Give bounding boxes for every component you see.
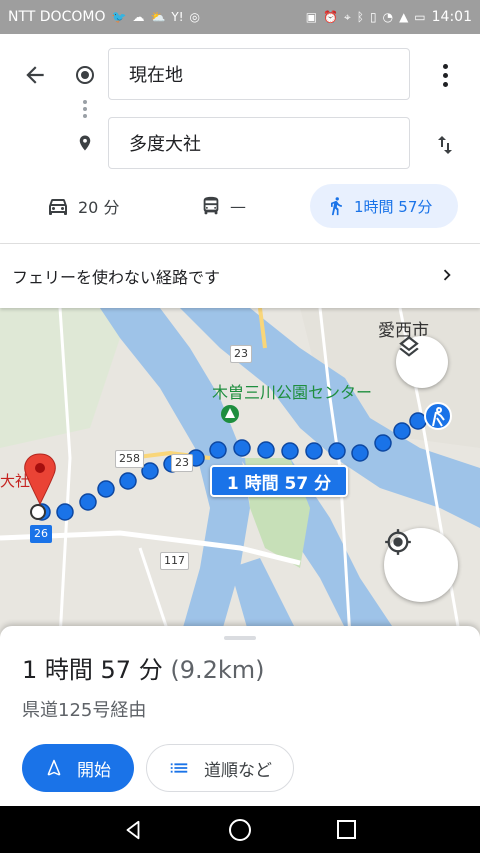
route-duration-label[interactable]: 1 時間 57 分	[210, 465, 348, 497]
route-shield: 23	[230, 345, 252, 363]
route-shield: 26	[30, 525, 52, 543]
summary-distance: (9.2km)	[170, 656, 265, 684]
bluetooth-icon: ᛒ	[356, 10, 364, 24]
tab-walk[interactable]: 1時間 57分	[310, 184, 458, 228]
route-shield: 23	[171, 454, 193, 472]
cloud-icon: ☁	[132, 10, 145, 24]
destination-field[interactable]: 多度大社	[108, 117, 410, 169]
arrow-left-icon	[26, 66, 44, 84]
screenshot-icon: ▣	[305, 10, 318, 24]
start-button-label: 開始	[77, 760, 111, 781]
vibrate-icon: ▯	[369, 10, 377, 24]
status-bar: NTT DOCOMO 🐦 ☁ ⛅ Y! ◎ ▣ ⏰ ⌖ ᛒ ▯ ◔ ▲ ▭ 14…	[0, 0, 480, 34]
start-button[interactable]: 開始	[22, 744, 134, 792]
summary-duration: 1 時間 57 分	[22, 656, 163, 684]
destination-pin-icon	[76, 132, 94, 154]
route-summary-sheet[interactable]: 1 時間 57 分 (9.2km) 県道125号経由 開始 道順など	[0, 626, 480, 807]
nav-recents-icon[interactable]	[337, 820, 356, 839]
my-location-button[interactable]	[384, 528, 458, 602]
twitter-icon: 🐦	[111, 10, 127, 24]
bus-icon	[203, 196, 219, 215]
steps-button[interactable]: 道順など	[146, 744, 294, 792]
walk-time: 1時間 57分	[354, 197, 433, 216]
map-park-label[interactable]: 木曽三川公園センター	[212, 379, 372, 403]
map-view[interactable]: 愛西市 木曽三川公園センター 大社 23 258 23 26 117 1 時間 …	[0, 308, 480, 638]
origin-icon	[76, 66, 94, 84]
nav-back-icon[interactable]	[122, 819, 144, 841]
route-notice[interactable]: フェリーを使わない経路です	[0, 244, 480, 308]
more-options-button[interactable]	[432, 60, 458, 90]
route-summary: 1 時間 57 分 (9.2km)	[22, 650, 265, 685]
carrier-name: NTT DOCOMO	[8, 9, 106, 25]
route-shield: 258	[115, 450, 144, 468]
my-location-icon	[385, 529, 411, 555]
tab-transit[interactable]: —	[200, 184, 246, 228]
chevron-right-icon	[443, 269, 451, 281]
route-dots-icon	[83, 100, 87, 118]
alarm-icon: ⏰	[323, 10, 338, 24]
navigation-arrow-icon	[47, 759, 61, 776]
map-destination-label: 大社	[0, 472, 31, 490]
drag-handle[interactable]	[224, 636, 256, 640]
nav-home-icon[interactable]	[229, 819, 251, 841]
transit-time: —	[230, 196, 246, 216]
start-location-marker[interactable]	[424, 402, 452, 430]
steps-button-label: 道順など	[204, 760, 272, 781]
location-icon: ⌖	[344, 9, 351, 24]
yahoo-icon: Y!	[171, 10, 184, 24]
list-icon	[170, 763, 188, 773]
layers-icon	[399, 336, 419, 357]
wifi-icon: ◔	[382, 10, 394, 24]
signal-icon: ▲	[399, 10, 409, 24]
directions-header: 現在地 多度大社 20 分 — 1時間 57分	[0, 34, 480, 244]
origin-field[interactable]: 現在地	[108, 48, 410, 100]
swap-button[interactable]	[432, 130, 458, 160]
tab-drive[interactable]: 20 分	[46, 184, 119, 228]
route-notice-text: フェリーを使わない経路です	[12, 268, 221, 287]
back-button[interactable]	[20, 60, 50, 90]
swap-vertical-icon	[438, 136, 452, 154]
walk-icon	[331, 197, 342, 216]
drive-time: 20 分	[78, 198, 120, 217]
route-shield: 117	[160, 552, 189, 570]
car-icon	[49, 199, 67, 215]
battery-icon: ▭	[414, 10, 426, 24]
weather-icon: ⛅	[150, 10, 166, 24]
app-icon: ◎	[189, 10, 201, 24]
system-nav-bar	[0, 806, 480, 853]
status-time: 14:01	[431, 9, 472, 25]
layers-button[interactable]	[396, 336, 448, 388]
travel-mode-tabs: 20 分 — 1時間 57分	[0, 184, 480, 230]
route-via: 県道125号経由	[22, 700, 147, 721]
